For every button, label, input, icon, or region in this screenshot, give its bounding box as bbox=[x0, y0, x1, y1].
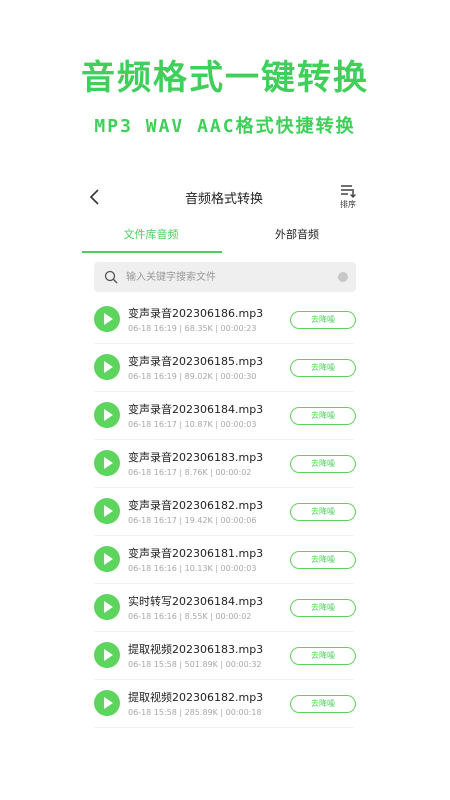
page-title: 音频格式转换 bbox=[184, 192, 263, 207]
clear-icon[interactable] bbox=[338, 272, 348, 282]
list-item[interactable]: 实时转写202306184.mp3 06-18 16:16 | 8.55K | 0… bbox=[78, 584, 370, 632]
file-name: 提取视频202306183.mp3 bbox=[128, 643, 264, 656]
play-icon[interactable] bbox=[94, 546, 120, 572]
file-list: 变声录音202306186.mp3 06-18 16:19 | 68.35K | … bbox=[78, 296, 370, 728]
file-name: 变声录音202306184.mp3 bbox=[128, 403, 264, 416]
file-name: 变声录音202306181.mp3 bbox=[128, 547, 264, 560]
list-item[interactable]: 变声录音202306184.mp3 06-18 16:17 | 10.87K | … bbox=[78, 392, 370, 440]
play-icon[interactable] bbox=[94, 498, 120, 524]
file-name: 变声录音202306182.mp3 bbox=[128, 499, 264, 512]
denoise-button[interactable]: 去降噪 bbox=[290, 695, 356, 713]
denoise-button[interactable]: 去降噪 bbox=[290, 551, 356, 569]
denoise-button[interactable]: 去降噪 bbox=[290, 647, 356, 665]
denoise-button[interactable]: 去降噪 bbox=[290, 599, 356, 617]
tab-library-audio[interactable]: 文件库音频 bbox=[78, 220, 224, 252]
play-icon[interactable] bbox=[94, 306, 120, 332]
promo-subtitle: MP3 WAV AAC格式快捷转换 bbox=[94, 116, 356, 137]
tab-bar: 文件库音频 外部音频 bbox=[78, 220, 370, 253]
sort-label: 排序 bbox=[340, 200, 356, 209]
denoise-button[interactable]: 去降噪 bbox=[290, 455, 356, 473]
list-item[interactable]: 变声录音202306182.mp3 06-18 16:17 | 19.42K | … bbox=[78, 488, 370, 536]
search-input[interactable] bbox=[126, 262, 326, 292]
file-meta: 06-18 15:58 | 285.89K | 00:00:18 bbox=[128, 708, 262, 717]
file-meta: 06-18 16:17 | 8.76K | 00:00:02 bbox=[128, 468, 252, 477]
play-icon[interactable] bbox=[94, 690, 120, 716]
promo-title: 音频格式一键转换 bbox=[81, 58, 369, 98]
search-bar[interactable] bbox=[94, 262, 356, 292]
file-meta: 06-18 16:19 | 68.35K | 00:00:23 bbox=[128, 324, 257, 333]
denoise-button[interactable]: 去降噪 bbox=[290, 407, 356, 425]
nav-bar: 音频格式转换 排序 bbox=[78, 176, 370, 218]
search-icon bbox=[104, 270, 118, 284]
file-meta: 06-18 16:16 | 8.55K | 00:00:02 bbox=[128, 612, 252, 621]
file-meta: 06-18 15:58 | 501.89K | 00:00:32 bbox=[128, 660, 262, 669]
file-name: 变声录音202306186.mp3 bbox=[128, 307, 264, 320]
app-screen: 音频格式转换 排序 文件库音频 外部音频 变声录音202306186.mp3 06… bbox=[78, 176, 370, 732]
active-tab-indicator bbox=[82, 251, 222, 253]
sort-icon bbox=[341, 185, 356, 198]
list-item[interactable]: 变声录音202306181.mp3 06-18 16:16 | 10.13K | … bbox=[78, 536, 370, 584]
file-meta: 06-18 16:17 | 10.87K | 00:00:03 bbox=[128, 420, 257, 429]
denoise-button[interactable]: 去降噪 bbox=[290, 311, 356, 329]
play-icon[interactable] bbox=[94, 450, 120, 476]
list-item[interactable]: 提取视频202306182.mp3 06-18 15:58 | 285.89K |… bbox=[78, 680, 370, 728]
file-meta: 06-18 16:19 | 89.02K | 00:00:30 bbox=[128, 372, 257, 381]
list-item[interactable]: 提取视频202306183.mp3 06-18 15:58 | 501.89K |… bbox=[78, 632, 370, 680]
file-meta: 06-18 16:17 | 19.42K | 00:00:06 bbox=[128, 516, 257, 525]
denoise-button[interactable]: 去降噪 bbox=[290, 359, 356, 377]
play-icon[interactable] bbox=[94, 642, 120, 668]
play-icon[interactable] bbox=[94, 594, 120, 620]
play-icon[interactable] bbox=[94, 354, 120, 380]
denoise-button[interactable]: 去降噪 bbox=[290, 503, 356, 521]
play-icon[interactable] bbox=[94, 402, 120, 428]
list-item[interactable]: 变声录音202306183.mp3 06-18 16:17 | 8.76K | 0… bbox=[78, 440, 370, 488]
file-name: 变声录音202306185.mp3 bbox=[128, 355, 264, 368]
file-name: 提取视频202306182.mp3 bbox=[128, 691, 264, 704]
list-item[interactable]: 变声录音202306185.mp3 06-18 16:19 | 89.02K | … bbox=[78, 344, 370, 392]
file-name: 实时转写202306184.mp3 bbox=[128, 595, 264, 608]
tab-external-audio[interactable]: 外部音频 bbox=[224, 220, 370, 252]
file-meta: 06-18 16:16 | 10.13K | 00:00:03 bbox=[128, 564, 257, 573]
list-item[interactable]: 变声录音202306186.mp3 06-18 16:19 | 68.35K | … bbox=[78, 296, 370, 344]
file-name: 变声录音202306183.mp3 bbox=[128, 451, 264, 464]
sort-button[interactable]: 排序 bbox=[336, 184, 360, 216]
